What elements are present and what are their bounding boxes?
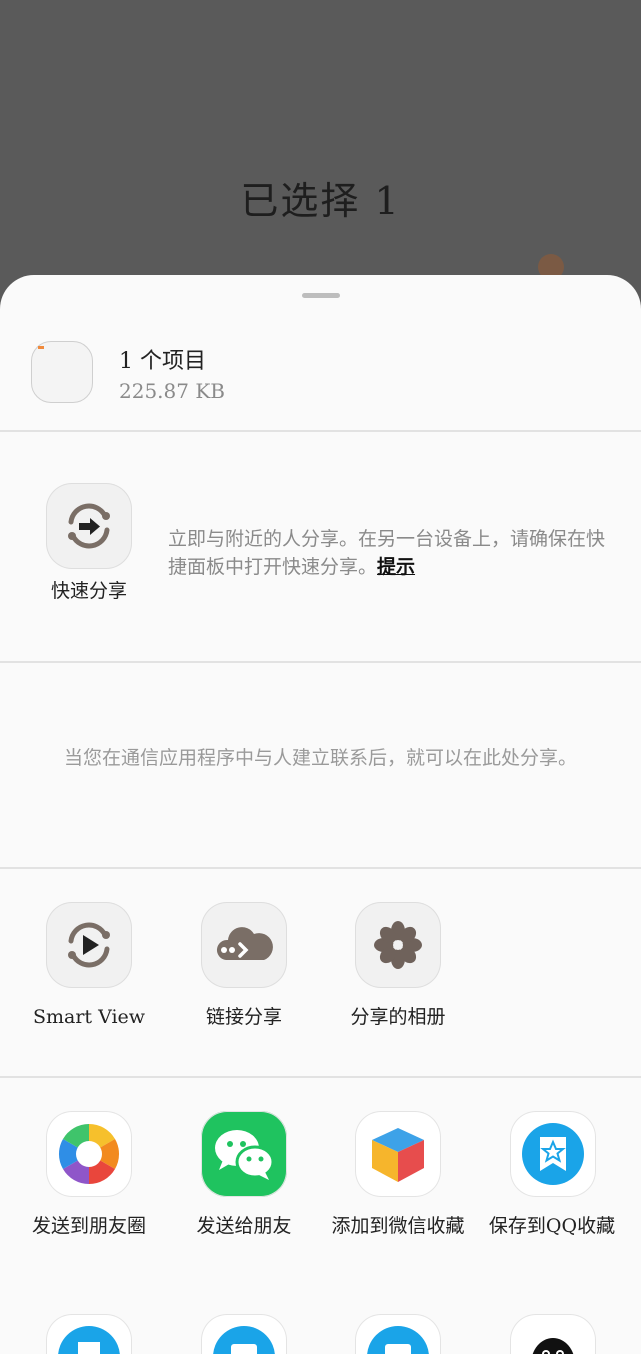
wechat-friend-label: 发送给朋友: [196, 1215, 292, 1237]
file-thumbnail: [31, 341, 93, 403]
flower-album-icon: [374, 921, 422, 969]
tip-link[interactable]: 提示: [377, 556, 415, 578]
divider: [0, 430, 641, 432]
shared-album-button[interactable]: [355, 902, 441, 988]
app-icon: [367, 1326, 429, 1354]
file-count: 1 个项目: [119, 349, 206, 374]
quick-share-button[interactable]: [46, 483, 132, 569]
file-size: 225.87 KB: [119, 379, 225, 403]
drag-handle[interactable]: [302, 293, 340, 298]
smart-view-icon: [68, 922, 110, 968]
smart-view-button[interactable]: [46, 902, 132, 988]
moments-button[interactable]: [46, 1111, 132, 1197]
quick-share-icon: [68, 503, 110, 549]
qq-favorites-icon: [522, 1123, 584, 1185]
wechat-icon: [215, 1130, 275, 1180]
qq-favorites-label: 保存到QQ收藏: [488, 1215, 616, 1237]
app-share-button[interactable]: [46, 1314, 132, 1354]
selection-title: 已选择 1: [240, 179, 401, 223]
wechat-favorites-label: 添加到微信收藏: [331, 1215, 465, 1237]
link-share-button[interactable]: [201, 902, 287, 988]
share-sheet: 1 个项目 225.87 KB 快速分享 立即与附近的人分享。在另一台设备上，请…: [0, 275, 641, 1354]
qq-favorites-button[interactable]: [510, 1111, 596, 1197]
link-share-label: 链接分享: [205, 1006, 282, 1028]
divider: [0, 661, 641, 663]
qq-favorites-icon: [58, 1326, 120, 1354]
contacts-empty-message: 当您在通信应用程序中与人建立联系后，就可以在此处分享。: [63, 747, 577, 769]
divider: [0, 1076, 641, 1078]
wechat-favorites-cube-icon: [372, 1128, 424, 1182]
qq-share-button[interactable]: [510, 1314, 596, 1354]
quick-share-label: 快速分享: [50, 580, 127, 602]
shared-album-label: 分享的相册: [350, 1006, 446, 1028]
qq-penguin-icon: [532, 1338, 574, 1354]
app-share-button[interactable]: [355, 1314, 441, 1354]
app-icon: [213, 1326, 275, 1354]
moments-aperture-icon: [58, 1124, 120, 1184]
moments-label: 发送到朋友圈: [31, 1215, 146, 1237]
wechat-friend-button[interactable]: [201, 1111, 287, 1197]
smart-view-label: Smart View: [32, 1006, 146, 1028]
quick-share-description: 立即与附近的人分享。在另一台设备上，请确保在快捷面板中打开快速分享。提示: [168, 528, 606, 578]
wechat-favorites-button[interactable]: [355, 1111, 441, 1197]
app-share-button[interactable]: [201, 1314, 287, 1354]
divider: [0, 867, 641, 869]
cloud-link-icon: [216, 927, 273, 960]
